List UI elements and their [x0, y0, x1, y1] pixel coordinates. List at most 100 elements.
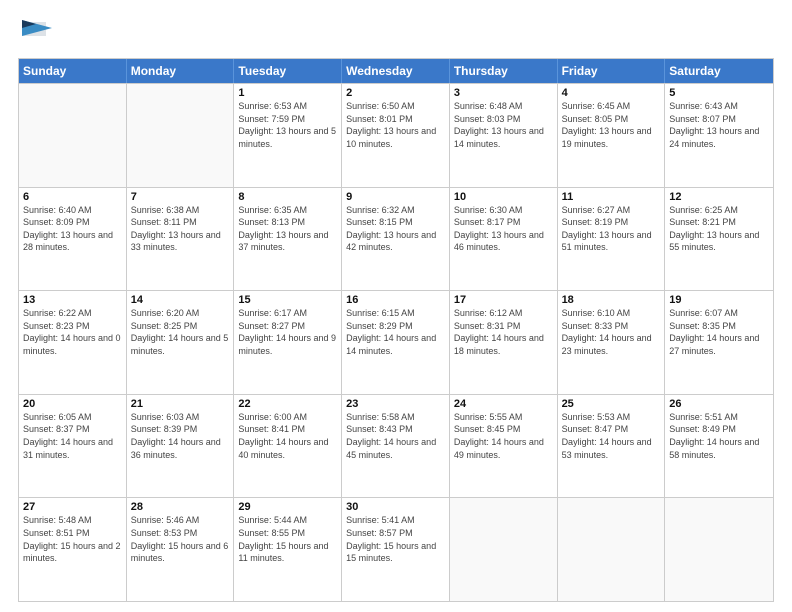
calendar-body: 1Sunrise: 6:53 AMSunset: 7:59 PMDaylight… — [19, 83, 773, 601]
day-number: 26 — [669, 398, 769, 410]
day-info: Sunrise: 5:53 AMSunset: 8:47 PMDaylight:… — [562, 411, 661, 461]
day-number: 8 — [238, 191, 337, 203]
day-info: Sunrise: 6:30 AMSunset: 8:17 PMDaylight:… — [454, 204, 553, 254]
day-number: 20 — [23, 398, 122, 410]
header-day-tuesday: Tuesday — [234, 59, 342, 83]
day-info: Sunrise: 5:58 AMSunset: 8:43 PMDaylight:… — [346, 411, 445, 461]
day-info: Sunrise: 5:48 AMSunset: 8:51 PMDaylight:… — [23, 514, 122, 564]
calendar: SundayMondayTuesdayWednesdayThursdayFrid… — [18, 58, 774, 602]
day-cell-3: 3Sunrise: 6:48 AMSunset: 8:03 PMDaylight… — [450, 84, 558, 187]
day-info: Sunrise: 5:51 AMSunset: 8:49 PMDaylight:… — [669, 411, 769, 461]
week-5: 27Sunrise: 5:48 AMSunset: 8:51 PMDayligh… — [19, 497, 773, 601]
day-info: Sunrise: 6:10 AMSunset: 8:33 PMDaylight:… — [562, 307, 661, 357]
day-info: Sunrise: 6:32 AMSunset: 8:15 PMDaylight:… — [346, 204, 445, 254]
day-number: 10 — [454, 191, 553, 203]
day-cell-11: 11Sunrise: 6:27 AMSunset: 8:19 PMDayligh… — [558, 188, 666, 291]
day-cell-23: 23Sunrise: 5:58 AMSunset: 8:43 PMDayligh… — [342, 395, 450, 498]
day-cell-8: 8Sunrise: 6:35 AMSunset: 8:13 PMDaylight… — [234, 188, 342, 291]
day-cell-24: 24Sunrise: 5:55 AMSunset: 8:45 PMDayligh… — [450, 395, 558, 498]
day-number: 27 — [23, 501, 122, 513]
day-info: Sunrise: 6:45 AMSunset: 8:05 PMDaylight:… — [562, 100, 661, 150]
day-number: 23 — [346, 398, 445, 410]
empty-cell — [19, 84, 127, 187]
day-number: 25 — [562, 398, 661, 410]
day-info: Sunrise: 6:03 AMSunset: 8:39 PMDaylight:… — [131, 411, 230, 461]
header — [18, 18, 774, 48]
day-cell-7: 7Sunrise: 6:38 AMSunset: 8:11 PMDaylight… — [127, 188, 235, 291]
day-info: Sunrise: 5:44 AMSunset: 8:55 PMDaylight:… — [238, 514, 337, 564]
day-cell-9: 9Sunrise: 6:32 AMSunset: 8:15 PMDaylight… — [342, 188, 450, 291]
day-info: Sunrise: 6:50 AMSunset: 8:01 PMDaylight:… — [346, 100, 445, 150]
day-info: Sunrise: 6:27 AMSunset: 8:19 PMDaylight:… — [562, 204, 661, 254]
day-info: Sunrise: 6:48 AMSunset: 8:03 PMDaylight:… — [454, 100, 553, 150]
day-info: Sunrise: 6:22 AMSunset: 8:23 PMDaylight:… — [23, 307, 122, 357]
day-cell-25: 25Sunrise: 5:53 AMSunset: 8:47 PMDayligh… — [558, 395, 666, 498]
day-cell-1: 1Sunrise: 6:53 AMSunset: 7:59 PMDaylight… — [234, 84, 342, 187]
day-number: 24 — [454, 398, 553, 410]
day-cell-15: 15Sunrise: 6:17 AMSunset: 8:27 PMDayligh… — [234, 291, 342, 394]
week-2: 6Sunrise: 6:40 AMSunset: 8:09 PMDaylight… — [19, 187, 773, 291]
day-number: 3 — [454, 87, 553, 99]
day-cell-27: 27Sunrise: 5:48 AMSunset: 8:51 PMDayligh… — [19, 498, 127, 601]
day-number: 5 — [669, 87, 769, 99]
day-cell-19: 19Sunrise: 6:07 AMSunset: 8:35 PMDayligh… — [665, 291, 773, 394]
day-cell-30: 30Sunrise: 5:41 AMSunset: 8:57 PMDayligh… — [342, 498, 450, 601]
empty-cell — [558, 498, 666, 601]
day-cell-10: 10Sunrise: 6:30 AMSunset: 8:17 PMDayligh… — [450, 188, 558, 291]
day-number: 6 — [23, 191, 122, 203]
day-number: 22 — [238, 398, 337, 410]
day-number: 30 — [346, 501, 445, 513]
week-4: 20Sunrise: 6:05 AMSunset: 8:37 PMDayligh… — [19, 394, 773, 498]
day-info: Sunrise: 5:46 AMSunset: 8:53 PMDaylight:… — [131, 514, 230, 564]
day-cell-5: 5Sunrise: 6:43 AMSunset: 8:07 PMDaylight… — [665, 84, 773, 187]
day-cell-13: 13Sunrise: 6:22 AMSunset: 8:23 PMDayligh… — [19, 291, 127, 394]
day-number: 15 — [238, 294, 337, 306]
day-info: Sunrise: 6:15 AMSunset: 8:29 PMDaylight:… — [346, 307, 445, 357]
day-number: 11 — [562, 191, 661, 203]
day-cell-26: 26Sunrise: 5:51 AMSunset: 8:49 PMDayligh… — [665, 395, 773, 498]
header-day-saturday: Saturday — [665, 59, 773, 83]
day-cell-14: 14Sunrise: 6:20 AMSunset: 8:25 PMDayligh… — [127, 291, 235, 394]
day-number: 7 — [131, 191, 230, 203]
day-info: Sunrise: 6:17 AMSunset: 8:27 PMDaylight:… — [238, 307, 337, 357]
calendar-header: SundayMondayTuesdayWednesdayThursdayFrid… — [19, 59, 773, 83]
day-number: 13 — [23, 294, 122, 306]
day-cell-17: 17Sunrise: 6:12 AMSunset: 8:31 PMDayligh… — [450, 291, 558, 394]
day-cell-12: 12Sunrise: 6:25 AMSunset: 8:21 PMDayligh… — [665, 188, 773, 291]
day-info: Sunrise: 6:05 AMSunset: 8:37 PMDaylight:… — [23, 411, 122, 461]
day-cell-20: 20Sunrise: 6:05 AMSunset: 8:37 PMDayligh… — [19, 395, 127, 498]
day-info: Sunrise: 5:55 AMSunset: 8:45 PMDaylight:… — [454, 411, 553, 461]
day-info: Sunrise: 6:53 AMSunset: 7:59 PMDaylight:… — [238, 100, 337, 150]
day-number: 21 — [131, 398, 230, 410]
day-number: 4 — [562, 87, 661, 99]
day-info: Sunrise: 6:38 AMSunset: 8:11 PMDaylight:… — [131, 204, 230, 254]
page: SundayMondayTuesdayWednesdayThursdayFrid… — [0, 0, 792, 612]
day-number: 14 — [131, 294, 230, 306]
empty-cell — [127, 84, 235, 187]
day-cell-2: 2Sunrise: 6:50 AMSunset: 8:01 PMDaylight… — [342, 84, 450, 187]
day-cell-28: 28Sunrise: 5:46 AMSunset: 8:53 PMDayligh… — [127, 498, 235, 601]
header-day-thursday: Thursday — [450, 59, 558, 83]
day-number: 1 — [238, 87, 337, 99]
day-number: 18 — [562, 294, 661, 306]
week-1: 1Sunrise: 6:53 AMSunset: 7:59 PMDaylight… — [19, 83, 773, 187]
day-info: Sunrise: 6:00 AMSunset: 8:41 PMDaylight:… — [238, 411, 337, 461]
day-info: Sunrise: 6:12 AMSunset: 8:31 PMDaylight:… — [454, 307, 553, 357]
logo — [18, 18, 54, 48]
day-number: 12 — [669, 191, 769, 203]
empty-cell — [450, 498, 558, 601]
day-info: Sunrise: 6:07 AMSunset: 8:35 PMDaylight:… — [669, 307, 769, 357]
day-cell-18: 18Sunrise: 6:10 AMSunset: 8:33 PMDayligh… — [558, 291, 666, 394]
day-cell-16: 16Sunrise: 6:15 AMSunset: 8:29 PMDayligh… — [342, 291, 450, 394]
day-cell-21: 21Sunrise: 6:03 AMSunset: 8:39 PMDayligh… — [127, 395, 235, 498]
day-cell-6: 6Sunrise: 6:40 AMSunset: 8:09 PMDaylight… — [19, 188, 127, 291]
day-number: 17 — [454, 294, 553, 306]
header-day-sunday: Sunday — [19, 59, 127, 83]
week-3: 13Sunrise: 6:22 AMSunset: 8:23 PMDayligh… — [19, 290, 773, 394]
empty-cell — [665, 498, 773, 601]
day-info: Sunrise: 5:41 AMSunset: 8:57 PMDaylight:… — [346, 514, 445, 564]
day-info: Sunrise: 6:40 AMSunset: 8:09 PMDaylight:… — [23, 204, 122, 254]
header-day-friday: Friday — [558, 59, 666, 83]
day-number: 28 — [131, 501, 230, 513]
day-number: 9 — [346, 191, 445, 203]
